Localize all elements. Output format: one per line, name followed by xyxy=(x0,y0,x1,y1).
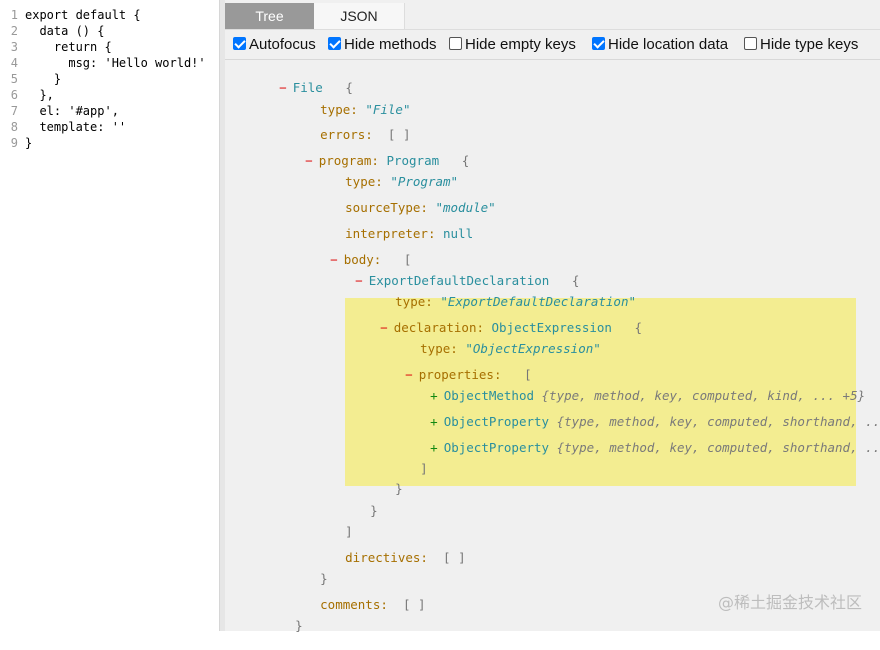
output-tabs: Tree JSON xyxy=(225,3,880,30)
expand-toggle[interactable]: + xyxy=(430,440,438,455)
tree-node-file[interactable]: − File { xyxy=(234,64,353,95)
line-number: 8 xyxy=(10,120,18,134)
option-autofocus[interactable]: Autofocus xyxy=(233,35,316,55)
code-text: } xyxy=(25,136,33,150)
hide-methods-checkbox[interactable] xyxy=(328,37,341,50)
hide-type-keys-checkbox[interactable] xyxy=(744,37,757,50)
line-number: 7 xyxy=(10,104,18,118)
property-comments: comments: [ ] xyxy=(275,581,425,612)
code-text: } xyxy=(25,72,62,86)
tree-node-object-method[interactable]: + ObjectMethod {type, method, key, comput… xyxy=(385,372,865,403)
property-value: [ ] xyxy=(402,597,426,612)
watermark: @稀土掘金技术社区 xyxy=(717,593,862,612)
tree-node-object-property[interactable]: + ObjectProperty {type, method, key, comp… xyxy=(385,398,880,429)
tree-node-body[interactable]: − body: [ xyxy=(285,236,411,267)
property-interpreter: interpreter: null xyxy=(300,210,473,241)
close-bracket: ] xyxy=(420,461,428,476)
code-editor[interactable]: 1 export default { 2 data () { 3 return {… xyxy=(0,0,219,631)
code-line: 5 } xyxy=(0,71,219,87)
line-number: 5 xyxy=(10,72,18,86)
code-line: 6 }, xyxy=(0,87,219,103)
property-type: type: "Program" xyxy=(300,158,458,189)
line-number: 9 xyxy=(10,136,18,150)
option-label: Hide methods xyxy=(344,36,437,53)
code-line: 1 export default { xyxy=(0,7,219,23)
code-line: 3 return { xyxy=(0,39,219,55)
tree-node-object-property[interactable]: + ObjectProperty {type, method, key, comp… xyxy=(385,424,880,455)
code-line: 8 template: '' xyxy=(0,119,219,135)
code-line: 4 msg: 'Hello world!' xyxy=(0,55,219,71)
options-toolbar: Autofocus Hide methods Hide empty keys H… xyxy=(225,31,880,60)
option-label: Hide location data xyxy=(608,36,729,53)
code-text: el: '#app', xyxy=(25,104,119,118)
close-brace: } xyxy=(320,571,328,586)
property-directives: directives: [ ] xyxy=(300,534,465,565)
line-number: 3 xyxy=(10,40,18,54)
ast-output-panel: Tree JSON Autofocus Hide methods Hide em… xyxy=(225,0,880,633)
code-text: export default { xyxy=(25,8,141,22)
node-type-name: ObjectProperty xyxy=(443,440,550,455)
code-text: template: '' xyxy=(25,120,127,134)
code-line: 2 data () { xyxy=(0,23,219,39)
code-text: }, xyxy=(25,88,54,102)
line-number: 1 xyxy=(10,8,18,22)
property-source-type: sourceType: "module" xyxy=(300,184,496,215)
open-brace: { xyxy=(634,320,643,335)
open-brace: { xyxy=(461,153,470,168)
option-hide-empty-keys[interactable]: Hide empty keys xyxy=(449,35,576,55)
tab-json[interactable]: JSON xyxy=(314,3,405,29)
option-hide-location-data[interactable]: Hide location data xyxy=(592,35,728,55)
hide-empty-keys-checkbox[interactable] xyxy=(449,37,462,50)
close-brace: } xyxy=(395,481,403,496)
node-summary: {type, method, key, computed, shorthand,… xyxy=(556,440,880,455)
close-brace: } xyxy=(295,618,303,633)
property-type: type: "File" xyxy=(275,86,410,117)
tree-node-program[interactable]: − program: Program { xyxy=(260,137,469,168)
code-line: 7 el: '#app', xyxy=(0,103,219,119)
code-text: return { xyxy=(25,40,112,54)
tab-tree[interactable]: Tree xyxy=(225,3,314,29)
line-number: 6 xyxy=(10,88,18,102)
code-line: 9} xyxy=(0,135,219,151)
property-key: comments: xyxy=(320,597,388,612)
line-number: 2 xyxy=(10,24,18,38)
option-hide-type-keys[interactable]: Hide type keys xyxy=(744,35,858,55)
tree-node-properties[interactable]: − properties: [ xyxy=(360,351,531,382)
option-label: Hide type keys xyxy=(760,36,859,53)
autofocus-checkbox[interactable] xyxy=(233,37,246,50)
property-value: null xyxy=(443,226,474,241)
close-brace: } xyxy=(370,503,378,518)
tree-node-export-default-declaration[interactable]: − ExportDefaultDeclaration { xyxy=(310,257,579,288)
option-label: Hide empty keys xyxy=(465,36,576,53)
hide-location-data-checkbox[interactable] xyxy=(592,37,605,50)
property-type: type: "ObjectExpression" xyxy=(375,325,601,356)
property-errors: errors: [ ] xyxy=(275,111,410,142)
property-key: directives: xyxy=(345,550,428,565)
tree-node-declaration[interactable]: − declaration: ObjectExpression { xyxy=(335,304,642,335)
option-label: Autofocus xyxy=(249,36,316,53)
code-text: data () { xyxy=(25,24,105,38)
property-type: type: "ExportDefaultDeclaration" xyxy=(350,278,636,309)
property-value: [ ] xyxy=(443,550,466,565)
line-number: 4 xyxy=(10,56,18,70)
code-text: msg: 'Hello world!' xyxy=(25,56,206,70)
option-hide-methods[interactable]: Hide methods xyxy=(328,35,437,55)
close-bracket: ] xyxy=(345,524,353,539)
